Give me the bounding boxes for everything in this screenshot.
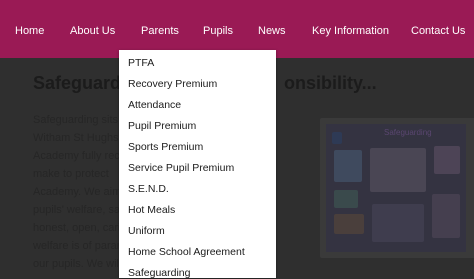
dropdown-item-ptfa[interactable]: PTFA (128, 57, 154, 69)
nav-item-contact-us[interactable]: Contact Us (411, 0, 465, 58)
parents-dropdown-menu: PTFA Recovery Premium Attendance Pupil P… (119, 50, 276, 279)
dropdown-item-attendance[interactable]: Attendance (128, 99, 181, 111)
poster-panel: Safeguarding (326, 124, 466, 252)
poster-title: Safeguarding (384, 128, 432, 137)
nav-item-key-information[interactable]: Key Information (312, 0, 389, 58)
body-line: pupils' welfare, saf (33, 204, 124, 216)
body-line: Safeguarding sits a (33, 114, 128, 126)
body-line: welfare is of paran (33, 240, 123, 252)
poster-side-panel (434, 146, 460, 174)
dropdown-item-recovery-premium[interactable]: Recovery Premium (128, 78, 217, 90)
dropdown-item-safeguarding[interactable]: Safeguarding (128, 267, 190, 279)
body-line: Academy. We aim (33, 186, 122, 198)
dropdown-item-home-school-agreement[interactable]: Home School Agreement (128, 246, 245, 258)
poster-illustration (370, 148, 426, 192)
dropdown-item-pupil-premium[interactable]: Pupil Premium (128, 120, 196, 132)
poster-card (432, 194, 460, 238)
nav-item-about-us[interactable]: About Us (70, 0, 115, 58)
dropdown-item-uniform[interactable]: Uniform (128, 225, 165, 237)
dropdown-item-send[interactable]: S.E.N.D. (128, 183, 169, 195)
page-title-right: onsibility... (284, 73, 377, 93)
body-paragraph: Safeguarding sits a Witham St Hughs A Ac… (33, 111, 133, 273)
nav-item-home[interactable]: Home (15, 0, 44, 58)
body-line: make to protect (33, 168, 109, 180)
poster-handprint-graphic (334, 150, 362, 182)
poster-card (334, 214, 364, 234)
body-line: honest, open, cari (33, 222, 121, 234)
body-line: Witham St Hughs A (33, 132, 129, 144)
poster-logo (332, 132, 342, 144)
safeguarding-poster-image: Safeguarding (320, 118, 474, 258)
dropdown-item-hot-meals[interactable]: Hot Meals (128, 204, 175, 216)
dropdown-item-sports-premium[interactable]: Sports Premium (128, 141, 203, 153)
poster-card (334, 190, 358, 208)
body-line: our pupils. We will (33, 258, 122, 270)
body-line: Academy fully reco (33, 150, 126, 162)
dropdown-item-service-pupil-premium[interactable]: Service Pupil Premium (128, 162, 234, 174)
page-title-left: Safeguardi (33, 73, 127, 93)
poster-card (372, 204, 424, 242)
